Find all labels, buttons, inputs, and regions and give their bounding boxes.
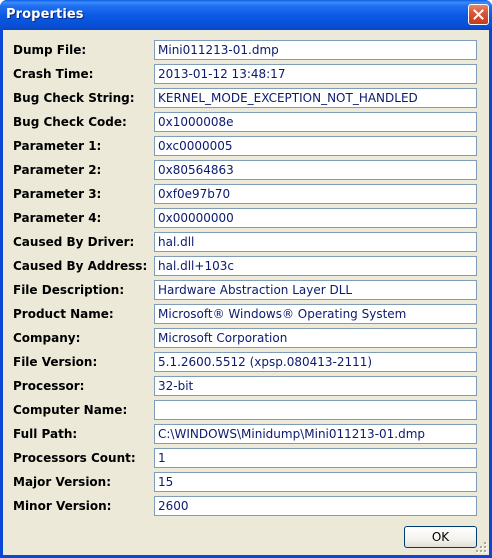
property-label: Caused By Address:	[13, 259, 148, 273]
property-value-field[interactable]: 2013-01-12 13:48:17	[154, 64, 477, 84]
resize-grip-icon[interactable]	[476, 542, 488, 554]
property-label: Bug Check String:	[13, 91, 135, 105]
property-value-field[interactable]: C:\WINDOWS\Minidump\Mini011213-01.dmp	[154, 424, 477, 444]
property-label: File Version:	[13, 355, 98, 369]
property-label: Parameter 3:	[13, 187, 102, 201]
property-value-field[interactable]: 0xf0e97b70	[154, 184, 477, 204]
property-value-field[interactable]: hal.dll+103c	[154, 256, 477, 276]
property-value-field[interactable]: hal.dll	[154, 232, 477, 252]
property-label: Processors Count:	[13, 451, 136, 465]
property-label: Parameter 4:	[13, 211, 102, 225]
property-value-field[interactable]: 0xc0000005	[154, 136, 477, 156]
properties-panel: Dump File: Mini011213-01.dmp Crash Time: 20…	[3, 30, 489, 555]
property-value-field[interactable]: 0x80564863	[154, 160, 477, 180]
property-label: Major Version:	[13, 475, 112, 489]
property-label: Parameter 1:	[13, 139, 102, 153]
properties-window: Properties Dump File: Mini011213-01.dmp Cr…	[0, 0, 492, 558]
property-value-field[interactable]: 0x00000000	[154, 208, 477, 228]
property-value-field[interactable]: Mini011213-01.dmp	[154, 40, 477, 60]
property-label: File Description:	[13, 283, 125, 297]
close-icon	[473, 9, 484, 20]
property-value-field[interactable]: Hardware Abstraction Layer DLL	[154, 280, 477, 300]
window-title: Properties	[6, 7, 84, 22]
property-label: Computer Name:	[13, 403, 128, 417]
property-value-field[interactable]: 32-bit	[154, 376, 477, 396]
property-label: Dump File:	[13, 43, 87, 57]
property-label: Caused By Driver:	[13, 235, 135, 249]
property-value-field[interactable]: 15	[154, 472, 477, 492]
property-value-field[interactable]: 5.1.2600.5512 (xpsp.080413-2111)	[154, 352, 477, 372]
property-value-field[interactable]: 2600	[154, 496, 477, 516]
property-value-field[interactable]: KERNEL_MODE_EXCEPTION_NOT_HANDLED	[154, 88, 477, 108]
ok-button[interactable]: OK	[404, 526, 477, 548]
property-value-field[interactable]: Microsoft Corporation	[154, 328, 477, 348]
close-button[interactable]	[468, 4, 489, 25]
property-value-field[interactable]: 1	[154, 448, 477, 468]
property-label: Crash Time:	[13, 67, 94, 81]
title-bar[interactable]: Properties	[0, 0, 492, 30]
property-value-field[interactable]: Microsoft® Windows® Operating System	[154, 304, 477, 324]
property-label: Company:	[13, 331, 81, 345]
property-label: Product Name:	[13, 307, 114, 321]
property-value-field[interactable]: 0x1000008e	[154, 112, 477, 132]
property-value-field[interactable]	[154, 400, 477, 420]
property-label: Parameter 2:	[13, 163, 102, 177]
property-label: Bug Check Code:	[13, 115, 127, 129]
property-label: Processor:	[13, 379, 85, 393]
property-label: Full Path:	[13, 427, 78, 441]
property-label: Minor Version:	[13, 499, 112, 513]
